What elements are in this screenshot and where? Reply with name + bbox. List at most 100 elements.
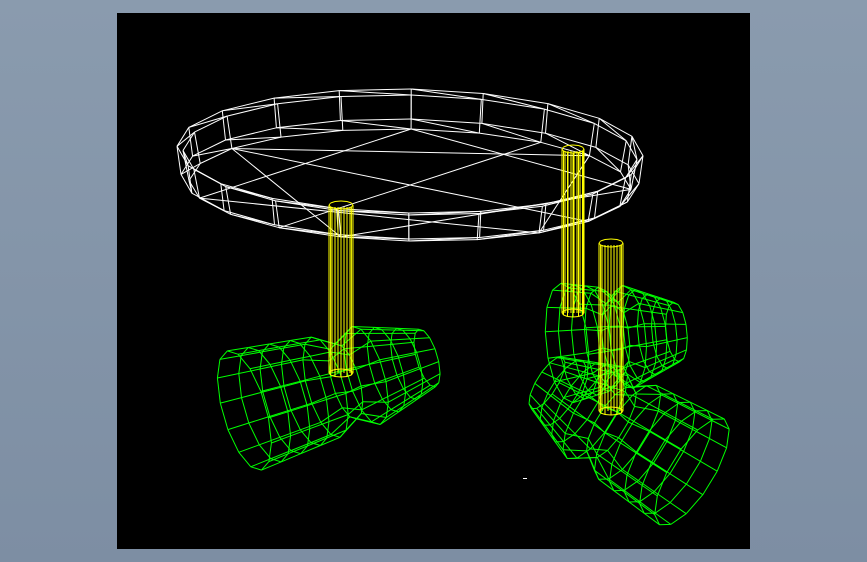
wire-edge (534, 382, 549, 394)
wire-edge (248, 422, 260, 446)
wire-edge (287, 411, 292, 436)
wire-edge (241, 397, 250, 424)
wire-edge (381, 329, 403, 331)
wire-edge (716, 447, 728, 472)
wire-edge (306, 405, 311, 429)
wire-edge (618, 421, 629, 438)
wire-edge (648, 403, 666, 414)
wire-edge (572, 144, 579, 146)
wire-edge (566, 366, 584, 373)
wire-edge (479, 132, 541, 143)
wire-edge (222, 97, 275, 112)
wire-edge (636, 452, 654, 464)
wire-edge (669, 483, 687, 503)
wire-edge (268, 411, 289, 419)
wire-edge (622, 469, 639, 482)
wire-edge (639, 491, 655, 503)
wire-edge (598, 240, 601, 244)
wire-edge (398, 398, 418, 413)
cad-viewport[interactable] (117, 13, 750, 549)
wire-edge (416, 386, 436, 400)
wire-edge (598, 117, 627, 142)
wire-edge (216, 359, 221, 379)
wire-edge (587, 438, 598, 455)
wire-edge (238, 373, 242, 398)
wire-edge (545, 103, 549, 134)
wire-edge (382, 398, 392, 410)
wire-edge (367, 344, 391, 348)
wire-edge (604, 414, 612, 416)
wire-edge (620, 442, 637, 454)
wire-edge (330, 201, 336, 204)
wire-edge (685, 494, 704, 515)
wire-edge (481, 122, 541, 143)
wire-edge (391, 327, 397, 334)
wire-edge (222, 103, 278, 112)
wire-edge (635, 430, 650, 454)
wire-edge (269, 416, 281, 438)
wire-edge (420, 361, 439, 369)
wire-edge (338, 90, 341, 121)
wire-edge (238, 451, 252, 468)
wire-edge (330, 376, 336, 394)
wire-edge (220, 183, 225, 211)
wire-edge (569, 406, 588, 421)
wire-edge (194, 132, 201, 164)
wire-edge (563, 397, 574, 404)
wire-edge (545, 330, 559, 333)
wire-edge (636, 431, 651, 453)
wire-edge (434, 348, 440, 362)
wire-edge (340, 96, 344, 131)
wire-edge (573, 412, 595, 424)
wire-edge (290, 409, 301, 431)
wire-edge (654, 502, 671, 514)
wire-edge (304, 380, 313, 404)
wireframe-scene[interactable] (117, 13, 750, 549)
wire-edge (411, 88, 484, 94)
wire-edge (409, 338, 418, 353)
wire-edge (304, 343, 331, 350)
wire-edge (411, 88, 482, 100)
wire-edge (660, 307, 666, 325)
wire-edge (669, 473, 687, 485)
wire-edge (630, 360, 644, 367)
wire-edge (573, 352, 587, 356)
wire-edge (615, 394, 633, 396)
wire-edge (238, 368, 261, 374)
wire-edge (541, 362, 551, 373)
wire-edge (638, 462, 654, 481)
wire-edge (390, 341, 414, 345)
wire-edge (219, 402, 229, 430)
wire-edge (310, 434, 332, 444)
wire-edge (397, 355, 404, 376)
wire-edge (651, 326, 654, 343)
wire-edge (403, 377, 425, 390)
wire-edge (588, 352, 600, 355)
wire-edge (542, 424, 556, 443)
wire-edge (176, 131, 195, 147)
wire-edge (585, 392, 605, 408)
wire-edge (237, 350, 259, 355)
wire-edge (560, 354, 574, 357)
wire-edge (334, 376, 342, 378)
wire-edge (544, 331, 549, 359)
wire-edge (283, 380, 306, 387)
wire-edge (339, 90, 412, 96)
wire-edge (370, 340, 381, 361)
wire-edge (199, 148, 233, 164)
wire-edge (552, 282, 562, 291)
wire-edge (692, 411, 696, 430)
wire-edge (339, 88, 412, 92)
wire-edge (290, 402, 312, 411)
wire-edge (624, 391, 635, 407)
wire-edge (307, 399, 327, 407)
wire-edge (368, 327, 375, 334)
wire-edge (607, 437, 619, 451)
wire-edge (269, 359, 291, 365)
wire-edge (665, 439, 682, 450)
wire-edge (438, 361, 441, 374)
wire-edge (280, 386, 289, 412)
wire-edge (402, 329, 411, 340)
wire-edge (276, 120, 341, 129)
wire-edge (549, 362, 567, 368)
